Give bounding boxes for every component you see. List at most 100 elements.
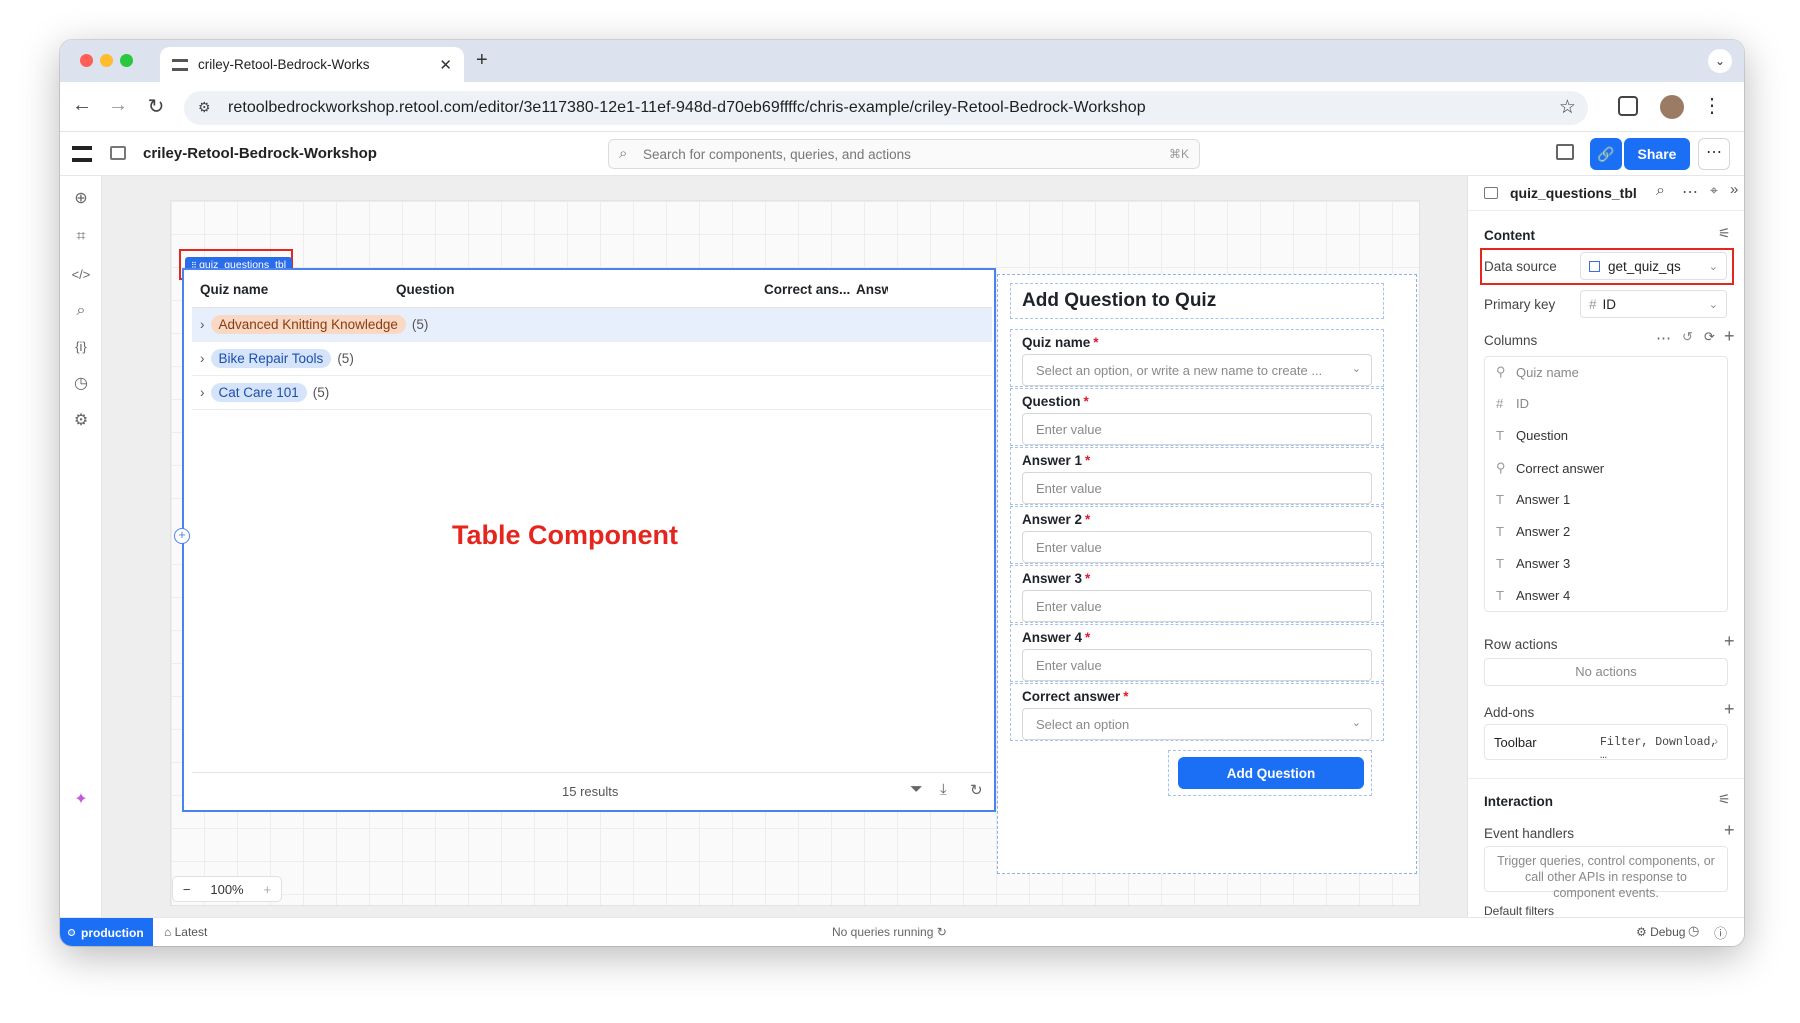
more-options-button[interactable]: ⋯ bbox=[1698, 138, 1730, 170]
pin-icon[interactable]: ⌖ bbox=[1710, 182, 1718, 199]
add-column-icon[interactable]: + bbox=[1724, 326, 1735, 347]
debug-button[interactable]: ⚙ Debug bbox=[1636, 925, 1685, 939]
data-source-select[interactable]: get_quiz_qs ⌄ bbox=[1580, 252, 1727, 280]
column-item[interactable]: ⚲ Correct answer bbox=[1496, 460, 1604, 476]
no-actions-box: No actions bbox=[1484, 658, 1728, 686]
back-arrow-icon[interactable]: ← bbox=[70, 94, 94, 117]
table-row-group[interactable]: › Advanced Knitting Knowledge (5) bbox=[192, 308, 992, 342]
environment-badge[interactable]: production bbox=[60, 918, 153, 946]
add-row-action-icon[interactable]: + bbox=[1724, 631, 1735, 652]
site-settings-icon[interactable]: ⚙ bbox=[198, 99, 211, 116]
add-event-handler-icon[interactable]: + bbox=[1724, 820, 1735, 841]
env-dot-icon bbox=[68, 929, 75, 936]
tree-icon[interactable]: ⌗ bbox=[70, 226, 92, 248]
tab-search-icon[interactable]: ⌄ bbox=[1708, 49, 1732, 73]
field-label-answer-2: Answer 2 * bbox=[1022, 512, 1091, 527]
chevron-right-icon: › bbox=[1714, 734, 1718, 748]
inspector-more-icon[interactable]: ⋯ bbox=[1682, 182, 1698, 202]
zoom-out-icon[interactable]: − bbox=[183, 882, 191, 897]
app-title[interactable]: criley-Retool-Bedrock-Workshop bbox=[143, 145, 377, 162]
expand-chevron-icon[interactable]: › bbox=[200, 351, 205, 366]
state-icon[interactable]: {i} bbox=[70, 336, 92, 358]
refresh-icon[interactable]: ↻ bbox=[970, 781, 983, 799]
table-row-group[interactable]: › Bike Repair Tools (5) bbox=[192, 342, 992, 376]
extensions-icon[interactable] bbox=[1618, 96, 1638, 116]
settings-icon[interactable]: ⚙ bbox=[70, 410, 92, 432]
component-search-input[interactable]: ⌕ Search for components, queries, and ac… bbox=[608, 139, 1200, 169]
column-item[interactable]: # ID bbox=[1496, 396, 1529, 411]
browser-menu-icon[interactable]: ⋮ bbox=[1702, 93, 1722, 118]
columns-reset-icon[interactable]: ↺ bbox=[1682, 329, 1693, 345]
primary-key-label: Primary key bbox=[1484, 297, 1556, 312]
column-item[interactable]: ⚲ Quiz name bbox=[1496, 364, 1579, 380]
columns-refresh-icon[interactable]: ⟳ bbox=[1704, 329, 1715, 345]
field-label-quiz-name: Quiz name * bbox=[1022, 335, 1099, 350]
minimize-window-button[interactable] bbox=[100, 54, 113, 67]
correct-answer-select[interactable]: Select an option ⌄ bbox=[1022, 708, 1372, 740]
zoom-level[interactable]: 100% bbox=[210, 882, 243, 897]
answer-2-input[interactable]: Enter value bbox=[1022, 531, 1372, 563]
column-header-answer[interactable]: Answ bbox=[856, 282, 888, 297]
forward-arrow-icon[interactable]: → bbox=[106, 94, 130, 117]
add-component-icon[interactable]: ⊕ bbox=[70, 188, 92, 210]
download-icon[interactable]: ⤓ bbox=[940, 781, 947, 798]
column-header-question[interactable]: Question bbox=[396, 282, 455, 297]
column-header-correct-answer[interactable]: Correct ans... bbox=[764, 282, 850, 297]
section-divider bbox=[1468, 778, 1744, 779]
column-header-quiz-name[interactable]: Quiz name bbox=[200, 282, 268, 297]
expand-chevron-icon[interactable]: › bbox=[200, 385, 205, 400]
preview-icon[interactable] bbox=[1556, 144, 1574, 160]
help-icon[interactable]: ⓘ bbox=[1714, 923, 1727, 942]
group-pill: Cat Care 101 bbox=[210, 383, 307, 402]
primary-key-select[interactable]: # ID ⌄ bbox=[1580, 290, 1727, 318]
toolbar-addon[interactable]: Toolbar Filter, Download, … › bbox=[1484, 724, 1728, 762]
address-bar[interactable]: ⚙ retoolbedrockworkshop.retool.com/edito… bbox=[184, 91, 1588, 125]
column-item[interactable]: T Answer 3 bbox=[1496, 556, 1570, 571]
status-bar: production ⌂ Latest No queries running ↻… bbox=[60, 917, 1744, 946]
answer-3-input[interactable]: Enter value bbox=[1022, 590, 1372, 622]
answer-1-input[interactable]: Enter value bbox=[1022, 472, 1372, 504]
interaction-section-title: Interaction bbox=[1484, 794, 1554, 809]
quiz-name-select[interactable]: Select an option, or write a new name to… bbox=[1022, 354, 1372, 386]
expand-chevron-icon[interactable]: › bbox=[200, 317, 205, 332]
share-button[interactable]: Share bbox=[1624, 138, 1690, 170]
retool-logo-icon[interactable] bbox=[72, 146, 92, 162]
column-item[interactable]: T Answer 4 bbox=[1496, 588, 1570, 603]
copy-link-button[interactable]: 🔗 bbox=[1590, 138, 1622, 170]
interaction-settings-icon[interactable]: ⚟ bbox=[1718, 791, 1731, 808]
close-window-button[interactable] bbox=[80, 54, 93, 67]
code-icon[interactable]: </> bbox=[70, 264, 92, 286]
zoom-in-icon[interactable]: + bbox=[263, 882, 271, 897]
history-icon[interactable]: ◷ bbox=[70, 373, 92, 395]
column-item[interactable]: T Answer 2 bbox=[1496, 524, 1570, 539]
resize-handle-icon[interactable]: + bbox=[174, 528, 190, 544]
column-item[interactable]: T Answer 1 bbox=[1496, 492, 1570, 507]
collapse-panel-icon[interactable]: » bbox=[1730, 181, 1738, 198]
zoom-window-button[interactable] bbox=[120, 54, 133, 67]
new-tab-icon[interactable]: + bbox=[476, 49, 488, 72]
history-icon[interactable]: ◷ bbox=[1688, 923, 1699, 939]
filter-icon[interactable]: ⏷ bbox=[910, 781, 923, 799]
search-rail-icon[interactable]: ⌕ bbox=[70, 300, 92, 322]
retool-header: criley-Retool-Bedrock-Workshop ⌕ Search … bbox=[60, 132, 1744, 176]
profile-avatar[interactable] bbox=[1660, 95, 1684, 119]
inspector-component-name[interactable]: quiz_questions_tbl bbox=[1510, 185, 1637, 201]
reload-icon[interactable]: ↻ bbox=[144, 94, 168, 119]
close-tab-icon[interactable]: ✕ bbox=[439, 56, 452, 74]
quiz-questions-table[interactable]: Quiz name Question Correct ans... Answ ›… bbox=[174, 268, 996, 812]
table-row-group[interactable]: › Cat Care 101 (5) bbox=[192, 376, 992, 410]
inspector-search-icon[interactable]: ⌕ bbox=[1656, 182, 1665, 200]
question-input[interactable]: Enter value bbox=[1022, 413, 1372, 445]
column-item[interactable]: T Question bbox=[1496, 428, 1568, 443]
add-addon-icon[interactable]: + bbox=[1724, 699, 1735, 720]
ai-assist-icon[interactable]: ✦ bbox=[70, 789, 92, 811]
content-settings-icon[interactable]: ⚟ bbox=[1718, 225, 1731, 242]
table-footer: 15 results ⏷ ⤓ ↻ bbox=[192, 772, 992, 810]
columns-more-icon[interactable]: ⋯ bbox=[1656, 329, 1671, 347]
bookmark-star-icon[interactable]: ☆ bbox=[1559, 96, 1576, 119]
add-question-button[interactable]: Add Question bbox=[1178, 757, 1364, 789]
browser-tab[interactable]: criley-Retool-Bedrock-Works ✕ bbox=[160, 47, 464, 82]
answer-4-input[interactable]: Enter value bbox=[1022, 649, 1372, 681]
release-tag[interactable]: ⌂ Latest bbox=[164, 925, 207, 939]
toggle-sidebar-icon[interactable] bbox=[110, 146, 126, 160]
